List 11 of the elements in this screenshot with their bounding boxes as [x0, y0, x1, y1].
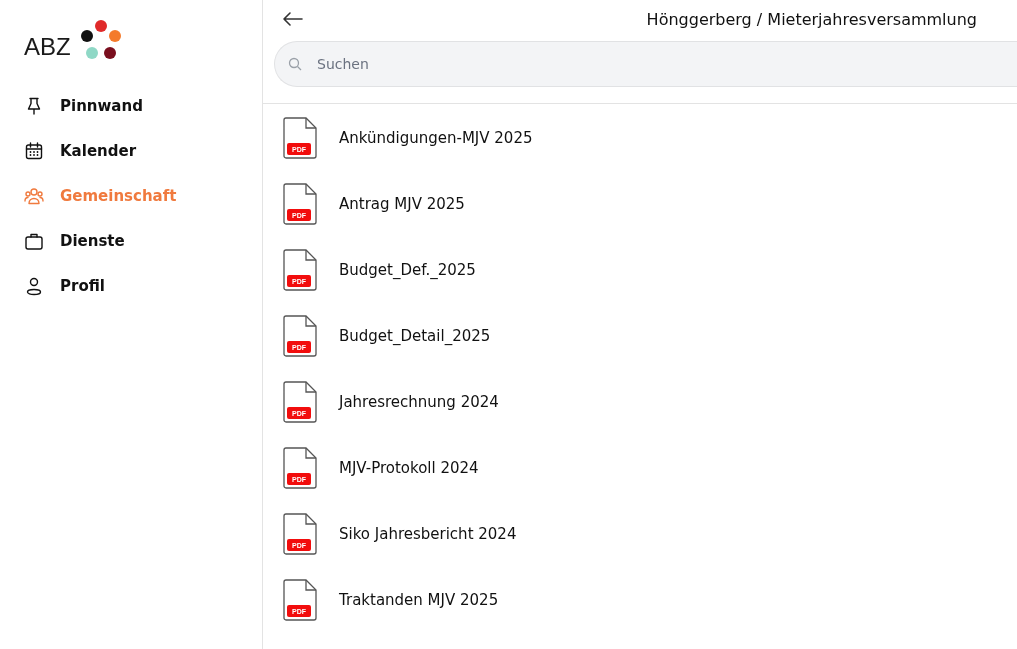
people-icon [24, 185, 44, 206]
nav-item[interactable]: Dienste [0, 218, 262, 263]
calendar-icon [24, 140, 44, 161]
person-icon [24, 275, 44, 296]
page-title: Hönggerberg / Mieterjahresversammlung [646, 9, 977, 29]
nav-item[interactable]: Pinnwand [0, 83, 262, 128]
nav-item[interactable]: Kalender [0, 128, 262, 173]
logo-dots-icon [78, 20, 123, 62]
nav-item[interactable]: Profil [0, 263, 262, 308]
search-field[interactable]: Suchen [274, 41, 1017, 87]
logo-text: ABZ [24, 35, 71, 59]
